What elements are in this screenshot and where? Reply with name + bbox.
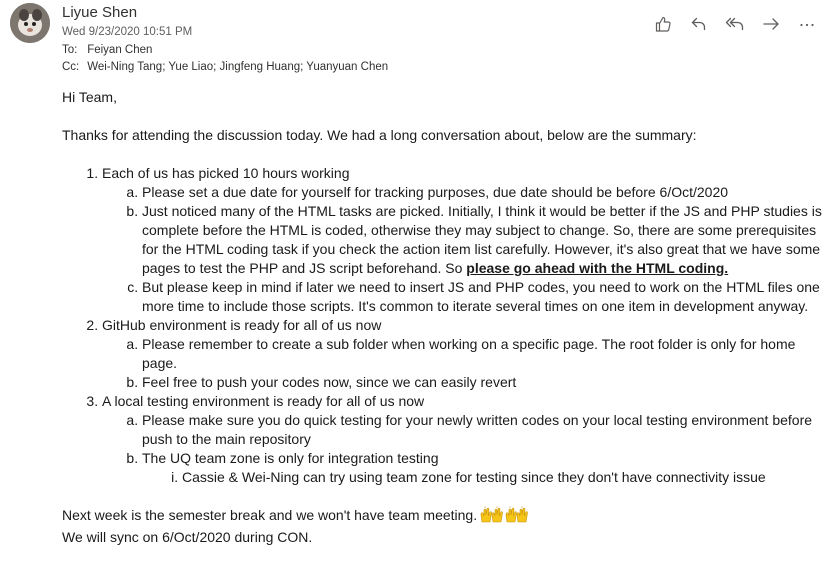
reply-icon xyxy=(691,17,706,31)
list-item: A local testing environment is ready for… xyxy=(102,392,827,487)
to-line: To: Feiyan Chen xyxy=(62,44,152,56)
greeting: Hi Team, xyxy=(62,89,117,105)
like-icon xyxy=(655,16,671,32)
summary-list: Each of us has picked 10 hours working P… xyxy=(62,164,827,487)
list-item: GitHub environment is ready for all of u… xyxy=(102,316,827,392)
list-item: Please set a due date for yourself for t… xyxy=(142,183,827,202)
list-item: Cassie & Wei-Ning can try using team zon… xyxy=(182,468,827,487)
intro-paragraph: Thanks for attending the discussion toda… xyxy=(62,127,697,143)
raising-hands-emoji-icon xyxy=(479,506,531,528)
item2-b: Feel free to push your codes now, since … xyxy=(142,374,517,390)
sub-list: Please make sure you do quick testing fo… xyxy=(102,411,827,487)
item3-b: The UQ team zone is only for integration… xyxy=(142,450,439,466)
closing-line-1: Next week is the semester break and we w… xyxy=(62,506,827,528)
message-header: Liyue Shen Wed 9/23/2020 10:51 PM To: Fe… xyxy=(0,0,835,80)
message-actions xyxy=(645,12,825,36)
sender-name[interactable]: Liyue Shen xyxy=(62,4,137,21)
item3-a: Please make sure you do quick testing fo… xyxy=(142,412,813,447)
reply-all-icon xyxy=(725,17,744,31)
reply-button[interactable] xyxy=(681,12,717,36)
list-item: Please remember to create a sub folder w… xyxy=(142,335,827,373)
message-body: Hi Team, Thanks for attending the discus… xyxy=(62,80,827,547)
sender-avatar[interactable] xyxy=(10,3,50,43)
list-item: But please keep in mind if later we need… xyxy=(142,278,827,316)
list-item: Please make sure you do quick testing fo… xyxy=(142,411,827,449)
item1-a: Please set a due date for yourself for t… xyxy=(142,184,729,200)
closing-line-2: We will sync on 6/Oct/2020 during CON. xyxy=(62,529,313,545)
more-button[interactable] xyxy=(789,12,825,36)
forward-button[interactable] xyxy=(753,12,789,36)
item3-b-i: Cassie & Wei-Ning can try using team zon… xyxy=(182,469,766,485)
to-recipients[interactable]: Feiyan Chen xyxy=(87,44,152,56)
item2-a: Please remember to create a sub folder w… xyxy=(142,336,796,371)
sub-list: Please set a due date for yourself for t… xyxy=(102,183,827,316)
closing-text-1: Next week is the semester break and we w… xyxy=(62,507,478,523)
cc-recipients[interactable]: Wei-Ning Tang; Yue Liao; Jingfeng Huang;… xyxy=(87,61,388,73)
item1-text: Each of us has picked 10 hours working xyxy=(102,165,350,181)
sub-list: Please remember to create a sub folder w… xyxy=(102,335,827,392)
list-item: Each of us has picked 10 hours working P… xyxy=(102,164,827,316)
reply-all-button[interactable] xyxy=(717,12,753,36)
list-item: Just noticed many of the HTML tasks are … xyxy=(142,202,827,278)
forward-icon xyxy=(763,18,779,30)
sent-date: Wed 9/23/2020 10:51 PM xyxy=(62,26,193,38)
cc-line: Cc: Wei-Ning Tang; Yue Liao; Jingfeng Hu… xyxy=(62,61,388,73)
item3-text: A local testing environment is ready for… xyxy=(102,393,425,409)
item1-b-emphasis: please go ahead with the HTML coding. xyxy=(466,260,729,276)
list-item: Feel free to push your codes now, since … xyxy=(142,373,827,392)
item1-c: But please keep in mind if later we need… xyxy=(142,279,820,314)
item2-text: GitHub environment is ready for all of u… xyxy=(102,317,382,333)
cc-label: Cc: xyxy=(62,61,80,73)
like-button[interactable] xyxy=(645,12,681,36)
sub-sub-list: Cassie & Wei-Ning can try using team zon… xyxy=(142,468,827,487)
to-label: To: xyxy=(62,44,78,56)
more-icon xyxy=(800,23,814,27)
list-item: The UQ team zone is only for integration… xyxy=(142,449,827,487)
